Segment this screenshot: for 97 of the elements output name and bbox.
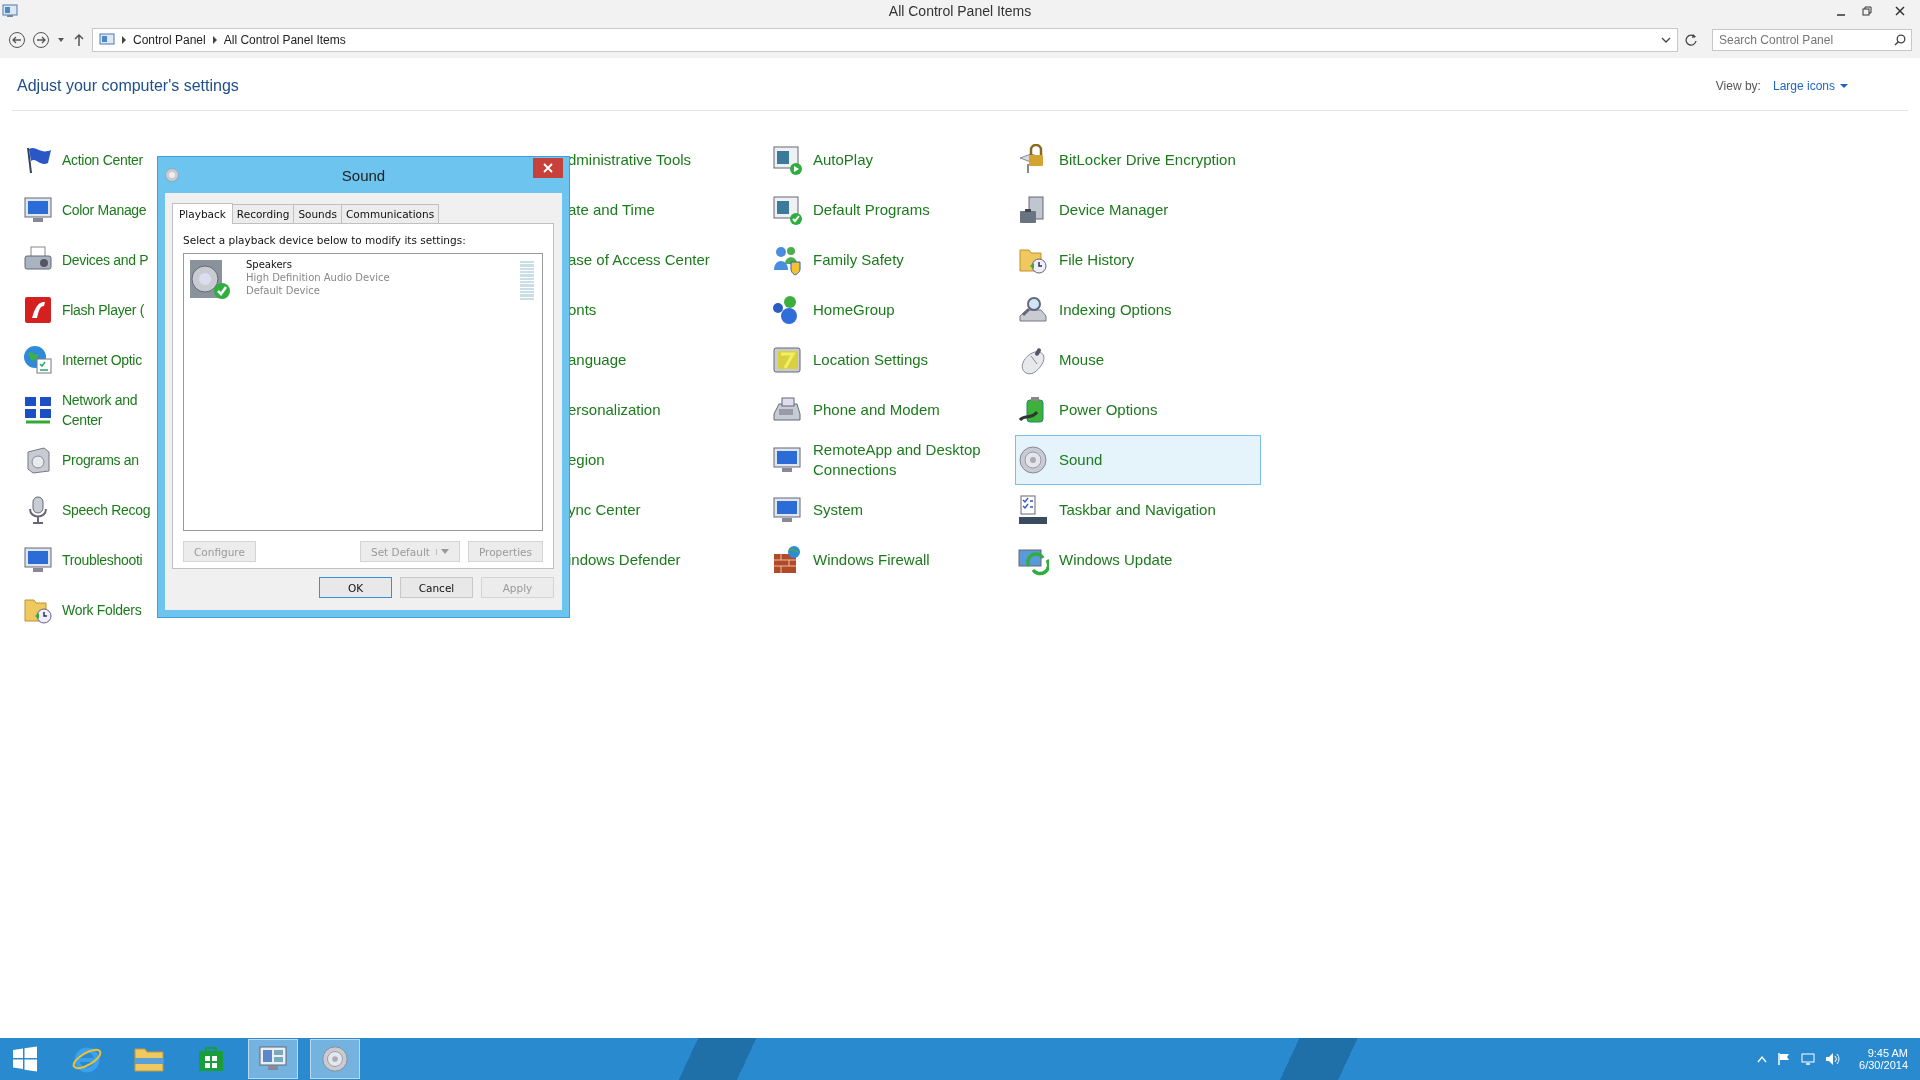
dialog-title: Sound	[341, 166, 386, 184]
brick-wall-icon	[771, 544, 803, 576]
clock-time: 9:45 AM	[1867, 1047, 1908, 1059]
settings-item[interactable]: dministrative Tools	[566, 135, 769, 185]
instruction-text: Select a playback device below to modify its settings:	[183, 234, 467, 246]
settings-item[interactable]: Phone and Modem	[769, 385, 1015, 435]
settings-item[interactable]: Windows Firewall	[769, 535, 1015, 585]
settings-item[interactable]: Windows Update	[1015, 535, 1261, 585]
close-button[interactable]	[533, 158, 563, 178]
settings-item[interactable]: egion	[566, 435, 769, 485]
caret-icon	[1840, 83, 1848, 89]
taskbar-button[interactable]	[248, 1039, 298, 1079]
volume-icon[interactable]	[1825, 1052, 1842, 1066]
settings-item[interactable]: anguage	[566, 335, 769, 385]
network-icon[interactable]	[1801, 1052, 1816, 1066]
clock-date: 6/30/2014	[1859, 1059, 1908, 1071]
settings-item[interactable]: Speech Recog	[20, 485, 157, 535]
settings-item[interactable]: Location Settings	[769, 335, 1015, 385]
view-by-dropdown[interactable]: Large icons	[1772, 79, 1848, 93]
dialog-button[interactable]: OK	[319, 577, 392, 598]
forward-button[interactable]	[32, 31, 50, 49]
settings-item[interactable]: HomeGroup	[769, 285, 1015, 335]
caret-icon	[440, 548, 449, 555]
address-bar[interactable]: Control Panel All Control Panel Items	[92, 28, 1678, 52]
refresh-icon	[1684, 33, 1698, 47]
restore-icon	[1862, 6, 1872, 16]
flag-icon[interactable]	[1777, 1052, 1792, 1066]
speaker-icon	[164, 167, 180, 183]
close-icon	[543, 163, 553, 173]
device-status: Default Device	[246, 284, 321, 297]
settings-item[interactable]: Family Safety	[769, 235, 1015, 285]
settings-item[interactable]: Internet Optic	[20, 335, 157, 385]
chevron-icon	[121, 36, 127, 44]
settings-item[interactable]: Work Folders	[20, 585, 157, 635]
settings-item[interactable]: Troubleshooti	[20, 535, 157, 585]
windows-logo-icon	[12, 1046, 38, 1072]
settings-item[interactable]: RemoteApp and Desktop Connections	[769, 435, 1015, 485]
people-icon	[771, 244, 803, 276]
settings-item[interactable]: Power Options	[1015, 385, 1261, 435]
speaker-icon	[1017, 444, 1049, 476]
dialog-button[interactable]: Cancel	[400, 577, 473, 598]
device-name: Speakers	[246, 258, 293, 271]
search-icon	[1894, 34, 1906, 46]
device-list[interactable]: Speakers High Definition Audio Device Default Device	[183, 253, 543, 531]
settings-item[interactable]: Mouse	[1015, 335, 1261, 385]
tab[interactable]: Sounds	[293, 204, 342, 223]
chevron-up-icon[interactable]	[1757, 1055, 1768, 1063]
speaker-icon	[320, 1044, 350, 1074]
up-button[interactable]	[72, 32, 86, 48]
settings-item[interactable]: File History	[1015, 235, 1261, 285]
breadcrumb-item[interactable]: Control Panel	[133, 33, 206, 47]
device-description: High Definition Audio Device	[246, 271, 390, 284]
level-meter	[520, 261, 534, 301]
tab[interactable]: Playback	[172, 203, 233, 224]
checklist-icon	[1017, 494, 1049, 526]
search-field[interactable]: Search Control Panel	[1712, 29, 1912, 51]
window-title: All Control Panel Items	[888, 3, 1032, 19]
settings-item[interactable]: Flash Player (	[20, 285, 157, 335]
computers-icon	[22, 394, 54, 426]
clock[interactable]: 9:45 AM 6/30/2014	[1859, 1047, 1908, 1071]
monitor-icon	[258, 1045, 288, 1073]
settings-item[interactable]: Device Manager	[1015, 185, 1261, 235]
settings-item[interactable]: Indexing Options	[1015, 285, 1261, 335]
view-by-label: View by:	[1715, 79, 1761, 93]
settings-item[interactable]: AutoPlay	[769, 135, 1015, 185]
settings-item[interactable]: ersonalization	[566, 385, 769, 435]
map-icon	[771, 344, 803, 376]
settings-item[interactable]: Color Manage	[20, 185, 157, 235]
settings-item[interactable]: BitLocker Drive Encryption	[1015, 135, 1261, 185]
swoosh-tile-icon	[22, 294, 54, 326]
monitor-check-icon	[771, 194, 803, 226]
settings-item[interactable]: Action Center	[20, 135, 157, 185]
settings-item[interactable]: System	[769, 485, 1015, 535]
close-icon	[1895, 6, 1905, 16]
page-heading: Adjust your computer's settings	[17, 77, 239, 95]
breadcrumb-item[interactable]: All Control Panel Items	[223, 33, 346, 47]
refresh-button[interactable]	[1684, 33, 1698, 47]
settings-item[interactable]: Network and Center	[20, 385, 157, 435]
settings-item[interactable]: Default Programs	[769, 185, 1015, 235]
settings-item[interactable]: Programs an	[20, 435, 157, 485]
taskbar-button[interactable]	[310, 1039, 360, 1079]
control-panel-icon	[99, 33, 115, 47]
settings-item[interactable]: Sound	[1015, 435, 1261, 485]
chevron-icon	[211, 36, 218, 44]
settings-item[interactable]: Devices and P	[20, 235, 157, 285]
settings-item[interactable]: Taskbar and Navigation	[1015, 485, 1261, 535]
back-button[interactable]	[8, 31, 26, 49]
monitor-play-icon	[771, 144, 803, 176]
control-panel-icon	[2, 3, 18, 19]
minimize-icon	[1836, 14, 1846, 16]
globe-icon	[22, 344, 54, 376]
tab[interactable]: Recording	[231, 204, 295, 223]
up-arrow-icon	[72, 32, 86, 48]
shopping-bag-icon	[197, 1045, 225, 1073]
speaker-check-icon	[188, 258, 232, 302]
tab[interactable]: Communications	[340, 204, 440, 223]
dropdown-icon[interactable]	[1661, 35, 1671, 45]
